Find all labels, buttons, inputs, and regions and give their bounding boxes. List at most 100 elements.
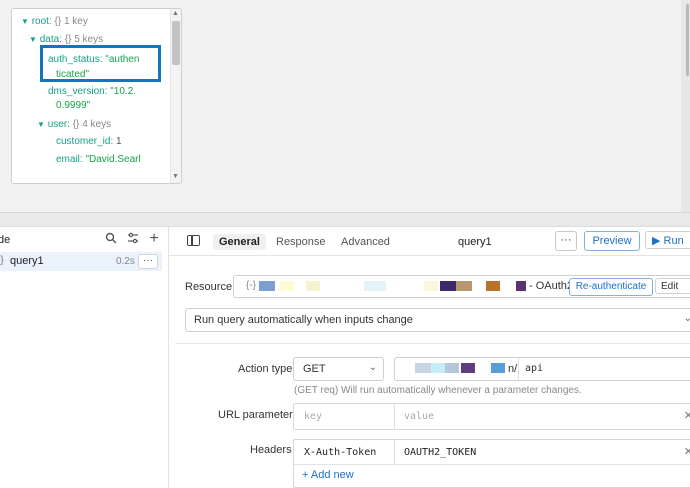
redacted-block xyxy=(445,363,459,373)
redacted-block xyxy=(364,281,386,291)
json-explorer[interactable]: ▼ root: {} 1 key ▼ data: {} 5 keys auth_… xyxy=(11,8,182,184)
caret-down-icon[interactable]: ▼ xyxy=(29,35,37,44)
action-type-label: Action type xyxy=(238,363,293,375)
redacted-block xyxy=(259,281,275,291)
tab-response[interactable]: Response xyxy=(270,234,332,250)
run-button[interactable]: ▶ Run xyxy=(645,231,690,249)
resource-suffix: - OAuth2 xyxy=(529,280,574,292)
header-value-input[interactable]: OAUTH2_TOKEN xyxy=(404,447,476,458)
json-number: 1 xyxy=(116,136,122,147)
add-header-button[interactable]: + Add new xyxy=(302,469,354,481)
param-value-input[interactable]: value xyxy=(404,411,434,422)
re-authenticate-button[interactable]: Re-authenticate xyxy=(569,278,653,296)
tab-advanced[interactable]: Advanced xyxy=(335,234,396,250)
header-row: X-Auth-Token OAUTH2_TOKEN ✕ xyxy=(294,440,690,465)
cell-divider xyxy=(394,440,395,464)
section-divider xyxy=(175,343,690,344)
add-icon[interactable]: + xyxy=(147,231,161,247)
url-parameters-label: URL parameters xyxy=(218,409,299,421)
json-type: {} xyxy=(72,119,80,130)
canvas-scrollbar-thumb[interactable] xyxy=(686,4,689,76)
redacted-block xyxy=(280,281,294,291)
json-row-email: email: "David.Searl xyxy=(56,154,141,165)
query-item-label: query1 xyxy=(10,255,44,267)
query-list-header: de + xyxy=(0,227,168,253)
chevron-down-icon: ⌄ xyxy=(368,362,377,373)
resource-label: Resource xyxy=(185,281,233,293)
json-key: data: xyxy=(39,34,62,45)
headers-label: Headers xyxy=(250,444,292,456)
json-row-customer-id: customer_id: 1 xyxy=(56,136,122,147)
json-key: email: xyxy=(56,154,83,165)
remove-row-icon[interactable]: ✕ xyxy=(684,409,690,422)
json-key: dms_version: xyxy=(48,86,108,97)
url-base-suffix: n/ xyxy=(508,363,518,375)
query-resource-icon: {} xyxy=(0,255,4,266)
json-key: root: xyxy=(31,16,52,27)
query-editor: de + {} query1 0.2s ··· General Response… xyxy=(0,226,690,488)
resource-type-icon: {-} xyxy=(246,280,257,291)
json-scrollbar-thumb[interactable] xyxy=(172,21,180,65)
url-path[interactable]: api xyxy=(525,363,543,374)
search-icon[interactable] xyxy=(104,232,118,246)
redacted-block xyxy=(491,363,505,373)
json-count: 4 keys xyxy=(82,119,112,130)
filter-sliders-icon[interactable] xyxy=(126,232,140,246)
query-item-time: 0.2s xyxy=(116,256,135,267)
more-options-button[interactable]: ··· xyxy=(555,231,577,251)
param-key-input[interactable]: key xyxy=(304,411,322,422)
chevron-down-icon: ⌄ xyxy=(683,313,690,324)
json-row-user[interactable]: ▼ user: {} 4 keys xyxy=(37,119,111,130)
redacted-block xyxy=(456,281,472,291)
redacted-block xyxy=(440,281,456,291)
preview-button[interactable]: Preview xyxy=(584,231,640,251)
scroll-up-icon[interactable]: ▲ xyxy=(172,10,179,17)
cell-divider xyxy=(394,404,395,429)
run-mode-value: Run query automatically when inputs chan… xyxy=(194,314,413,326)
run-mode-select[interactable]: Run query automatically when inputs chan… xyxy=(185,308,690,332)
http-method-value: GET xyxy=(303,363,326,375)
caret-down-icon[interactable]: ▼ xyxy=(37,120,45,129)
url-divider xyxy=(518,358,519,380)
json-row-dms-version-cont: 0.9999" xyxy=(56,100,90,111)
json-count: 5 keys xyxy=(74,34,104,45)
run-hint: (GET req) Will run automatically wheneve… xyxy=(294,385,582,396)
header-key-input[interactable]: X-Auth-Token xyxy=(304,447,376,458)
json-string: "David.Searl xyxy=(85,154,141,165)
url-params-table: key value ✕ xyxy=(293,403,690,430)
json-type: {} xyxy=(54,16,62,27)
json-count: 1 key xyxy=(63,16,88,27)
json-row-data[interactable]: ▼ data: {} 5 keys xyxy=(29,34,103,45)
annotation-highlight xyxy=(40,45,161,82)
json-scrollbar[interactable]: ▲ ▼ xyxy=(170,9,181,183)
json-string: "10.2. xyxy=(110,86,137,97)
remove-row-icon[interactable]: ✕ xyxy=(684,445,690,458)
redacted-block xyxy=(461,363,475,373)
editor-toolbar: General Response Advanced query1 ··· Pre… xyxy=(168,227,690,256)
redacted-block xyxy=(431,363,445,373)
json-key: user: xyxy=(47,119,70,130)
http-method-select[interactable]: GET ⌄ xyxy=(293,357,384,381)
query-list-title: de xyxy=(0,234,11,246)
panel-divider[interactable] xyxy=(0,212,690,227)
redacted-block xyxy=(306,281,320,291)
query-list-item[interactable]: {} query1 0.2s ··· xyxy=(0,252,162,271)
json-string: 0.9999" xyxy=(56,100,91,111)
redacted-block xyxy=(424,281,438,291)
query-item-more-button[interactable]: ··· xyxy=(138,254,158,269)
query-title[interactable]: query1 xyxy=(458,236,492,248)
json-row-dms-version: dms_version: "10.2. xyxy=(48,86,136,97)
scroll-down-icon[interactable]: ▼ xyxy=(172,173,179,180)
sidebar-toggle-icon[interactable] xyxy=(187,235,200,246)
url-input[interactable]: n/ api xyxy=(394,357,690,381)
json-type: {} xyxy=(64,34,72,45)
redacted-block xyxy=(486,281,500,291)
json-row-root[interactable]: ▼ root: {} 1 key xyxy=(21,16,88,27)
redacted-block xyxy=(415,363,431,373)
tab-general[interactable]: General xyxy=(213,234,266,250)
query-list-panel: de + {} query1 0.2s ··· xyxy=(0,227,169,488)
json-key: customer_id: xyxy=(56,136,114,147)
caret-down-icon[interactable]: ▼ xyxy=(21,17,29,26)
edit-resource-button[interactable]: Edit xyxy=(655,278,690,294)
redacted-block xyxy=(516,281,526,291)
